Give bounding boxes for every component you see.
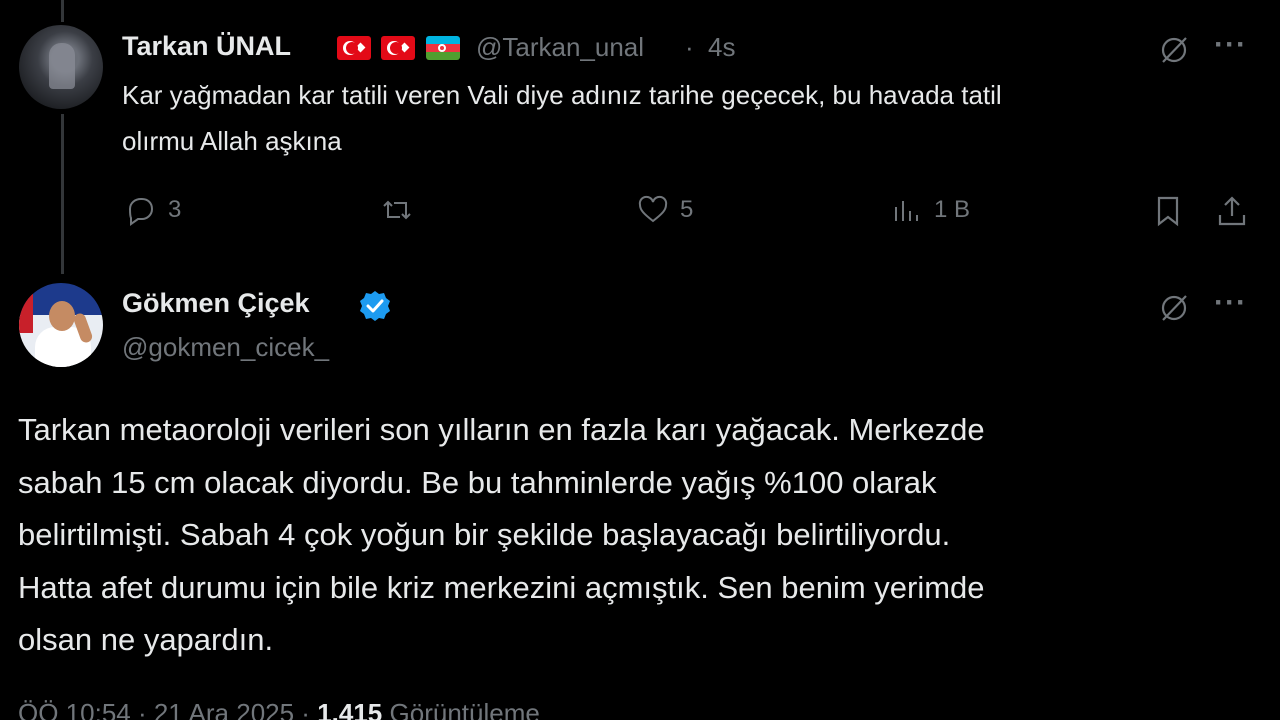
author-handle[interactable]: @gokmen_cicek_: [122, 332, 329, 363]
tweet-body-line: sabah 15 cm olacak diyordu. Be bu tahmin…: [18, 464, 937, 500]
view-count: 1 B: [934, 196, 971, 223]
tweet-body-line: Hatta afet durumu için bile kriz merkezi…: [18, 569, 985, 605]
tweet-timestamp[interactable]: ÖÖ 10:54 · 21 Ara 2025 ·: [18, 698, 310, 720]
views-label: Görüntüleme: [389, 698, 540, 720]
more-options-icon[interactable]: ···: [1214, 286, 1247, 320]
views-button[interactable]: 1 B: [890, 193, 970, 227]
reply-button[interactable]: 3: [124, 193, 181, 227]
like-count: 5: [680, 196, 694, 223]
turkey-flag-icon: [381, 36, 415, 60]
tweet-body-line: olsan ne yapardın.: [18, 622, 274, 657]
reply-count: 3: [168, 196, 182, 223]
analytics-icon: [895, 201, 918, 221]
tweet-body-line: Tarkan metaoroloji verileri son yılların…: [18, 412, 985, 447]
avatar[interactable]: [19, 25, 103, 109]
thread-line-top: [61, 0, 64, 22]
reply-icon: [128, 198, 154, 226]
separator-dot: ·: [685, 32, 694, 62]
grok-icon[interactable]: [1156, 290, 1192, 326]
thread-line-connector: [61, 114, 64, 274]
tweet-text-line-1: Kar yağmadan kar tatili veren Vali diye …: [122, 80, 1002, 110]
author-handle[interactable]: @Tarkan_unal: [476, 32, 644, 63]
avatar[interactable]: [19, 283, 103, 367]
repost-icon: [383, 200, 411, 220]
tweet-time[interactable]: 4s: [708, 32, 735, 63]
tweet-text-line-2: olırmu Allah aşkına: [122, 126, 342, 156]
grok-icon[interactable]: [1156, 32, 1192, 68]
tweet-body-line: belirtilmişti. Sabah 4 çok yoğun bir şek…: [18, 517, 951, 552]
tweet-body: Tarkan metaoroloji verileri son yılların…: [18, 404, 1258, 667]
turkey-flag-icon: [337, 36, 371, 60]
verified-badge-icon[interactable]: [358, 289, 392, 323]
author-name[interactable]: Tarkan ÜNAL: [122, 31, 291, 62]
bookmark-icon[interactable]: [1150, 193, 1186, 229]
like-button[interactable]: 5: [636, 193, 693, 227]
view-count-total: 1.415: [317, 698, 383, 720]
tweet-footer: ÖÖ 10:54 · 21 Ara 2025 · 1.415 Görüntüle…: [18, 698, 540, 720]
share-icon[interactable]: [1214, 193, 1250, 229]
heart-icon: [638, 195, 668, 223]
more-options-icon[interactable]: ···: [1214, 28, 1247, 62]
author-name[interactable]: Gökmen Çiçek: [122, 288, 310, 319]
azerbaijan-flag-icon: [426, 36, 460, 60]
repost-button[interactable]: [380, 193, 424, 227]
